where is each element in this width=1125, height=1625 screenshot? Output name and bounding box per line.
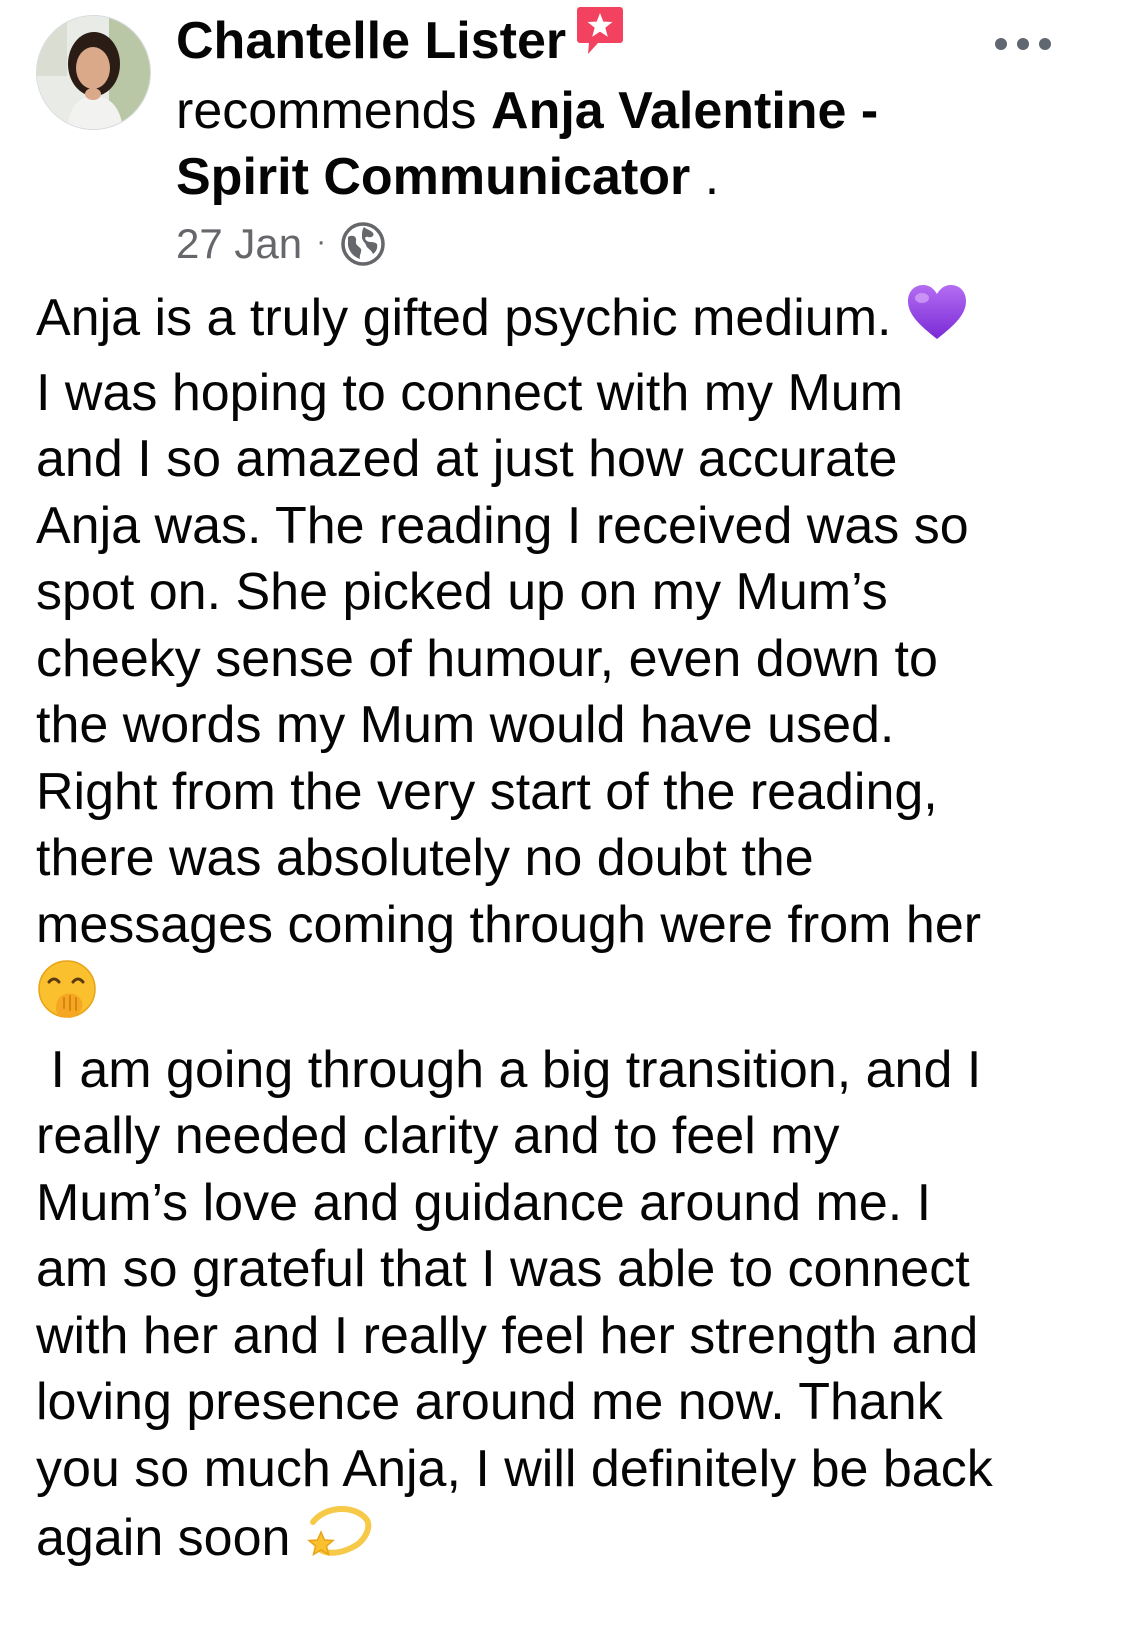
- body-line: you so much Anja, I will definitely be b…: [36, 1439, 993, 1498]
- sentence-period: .: [704, 148, 720, 207]
- body-line: again soon: [36, 1502, 1096, 1581]
- body-line: Anja is a truly gifted psychic medium.: [36, 283, 1096, 360]
- body-line: Mum’s love and guidance around me. I: [36, 1173, 932, 1232]
- post-body: Anja is a truly gifted psychic medium. I…: [36, 283, 1096, 1581]
- body-line: messages coming through were from her: [36, 895, 982, 954]
- page-name-link-continued[interactable]: Spirit Communicator: [176, 148, 690, 206]
- body-line: cheeky sense of humour, even down to: [36, 629, 938, 688]
- more-options-button[interactable]: [995, 26, 1051, 62]
- body-line: I was hoping to connect with my Mum: [36, 363, 904, 422]
- body-line: loving presence around me now. Thank: [36, 1373, 943, 1431]
- body-line: there was absolutely no doubt the: [36, 829, 814, 887]
- body-line: I am going through a big transition, and…: [36, 1040, 982, 1099]
- recommendation-post: Chantelle Lister recommends Anja Valenti…: [0, 0, 1125, 1625]
- body-line: am so grateful that I was able to connec…: [36, 1240, 970, 1298]
- body-line: spot on. She picked up on my Mum’s: [36, 563, 888, 621]
- dizzy-star-emoji: [305, 1502, 373, 1581]
- post-date[interactable]: 27 Jan: [176, 216, 302, 272]
- more-dot: [1039, 38, 1051, 50]
- body-line: and I so amazed at just how accurate: [36, 430, 898, 488]
- body-line-emoji: [36, 958, 1096, 1037]
- page-name-link[interactable]: Anja Valentine -: [491, 82, 878, 140]
- author-name[interactable]: Chantelle Lister: [176, 12, 566, 70]
- body-line: the words my Mum would have used.: [36, 696, 895, 754]
- purple-heart-emoji: [906, 283, 968, 360]
- hand-over-mouth-emoji: [36, 958, 98, 1037]
- body-line: Anja was. The reading I received was so: [36, 496, 969, 555]
- recommends-text: recommends: [176, 82, 477, 141]
- post-meta: 27 Jan ·: [176, 216, 996, 272]
- recommendation-star-icon: [576, 4, 624, 72]
- more-dot: [1017, 38, 1029, 50]
- body-line: with her and I really feel her strength …: [36, 1306, 979, 1365]
- body-line: really needed clarity and to feel my: [36, 1107, 840, 1165]
- body-line: Right from the very start of the reading…: [36, 762, 938, 821]
- globe-icon[interactable]: [340, 221, 386, 267]
- more-dot: [995, 38, 1007, 50]
- post-header: Chantelle Lister recommends Anja Valenti…: [176, 7, 996, 272]
- meta-separator: ·: [316, 225, 327, 259]
- avatar[interactable]: [36, 15, 151, 130]
- profile-photo-icon: [37, 16, 150, 129]
